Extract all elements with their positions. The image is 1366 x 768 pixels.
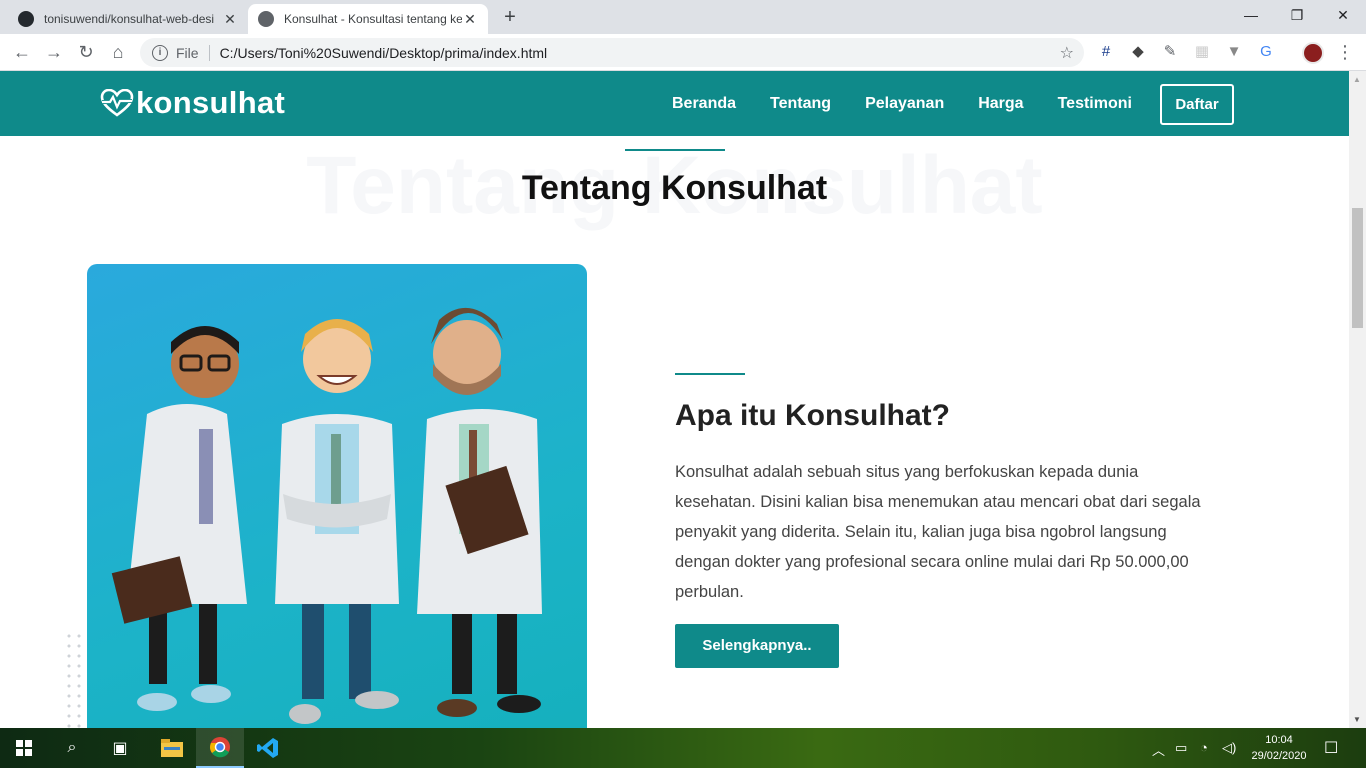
globe-icon [258,11,274,27]
minimize-button[interactable]: — [1228,0,1274,30]
tray-expand-icon[interactable]: ︿ [1152,740,1165,759]
heart-pulse-icon [100,89,134,117]
page-viewport: konsulhat Beranda Tentang Pelayanan Harg… [0,71,1349,728]
tab-title: tonisuwendi/konsulhat-web-desi [44,12,215,26]
about-divider [675,373,745,375]
url-text[interactable]: C:/Users/Toni%20Suwendi/Desktop/prima/in… [220,45,548,61]
page-scrollbar[interactable]: ▲ ▼ [1349,71,1366,728]
close-window-button[interactable]: ✕ [1320,0,1366,30]
browser-tab-github[interactable]: tonisuwendi/konsulhat-web-desi ✕ [8,4,248,34]
nav-link-testimoni[interactable]: Testimoni [1058,95,1132,113]
restore-button[interactable]: ❐ [1274,0,1320,30]
site-navbar: konsulhat Beranda Tentang Pelayanan Harg… [0,71,1349,136]
task-view-icon[interactable]: ▣ [96,728,144,768]
vue-extension-icon[interactable]: ▼ [1225,43,1243,61]
daftar-button[interactable]: Daftar [1160,84,1234,125]
doctors-illustration [87,264,587,728]
doctor-right-figure [417,307,542,717]
forward-arrow-icon[interactable]: → [42,40,66,64]
brand-name: konsulhat [136,85,286,120]
nav-link-tentang[interactable]: Tentang [770,95,831,113]
info-icon[interactable]: i [152,44,168,61]
doctor-left-figure [111,326,247,711]
layers-extension-icon[interactable]: ◆ [1129,43,1147,61]
eyedropper-extension-icon[interactable]: ✎ [1161,43,1179,61]
new-tab-button[interactable]: + [498,6,522,30]
back-arrow-icon[interactable]: ← [10,40,34,64]
search-icon[interactable]: ⌕ [48,728,96,768]
translate-extension-icon[interactable]: G [1257,43,1275,61]
taskbar-clock[interactable]: 10:04 29/02/2020 [1244,732,1314,764]
profile-avatar[interactable] [1302,42,1324,64]
volume-icon[interactable]: ◁) [1222,740,1236,756]
close-tab-icon[interactable]: ✕ [462,11,478,28]
omnibox-divider [208,44,210,61]
file-explorer-icon[interactable] [148,728,196,768]
home-icon[interactable]: ⌂ [106,40,130,64]
selengkapnya-button[interactable]: Selengkapnya.. [675,624,839,668]
nav-link-harga[interactable]: Harga [978,95,1023,113]
address-bar[interactable]: i File C:/Users/Toni%20Suwendi/Desktop/p… [140,38,1084,67]
section-divider [625,149,725,151]
wifi-icon[interactable]: ◔ [1200,740,1208,755]
about-description: Konsulhat adalah sebuah situs yang berfo… [675,463,1201,601]
square-extension-icon[interactable]: ▦ [1193,43,1211,61]
bookmark-star-icon[interactable]: ☆ [1060,43,1074,63]
brand-logo[interactable]: konsulhat [100,85,285,121]
vscode-icon[interactable] [244,728,292,768]
notification-icon[interactable]: ☐ [1324,738,1338,758]
scrollbar-thumb[interactable] [1352,208,1363,328]
close-tab-icon[interactable]: ✕ [222,11,238,28]
windows-start-icon[interactable] [0,728,48,768]
nav-link-pelayanan[interactable]: Pelayanan [865,95,944,113]
battery-icon[interactable]: ▭ [1175,740,1187,756]
clock-date: 29/02/2020 [1251,750,1307,762]
scroll-down-icon[interactable]: ▼ [1353,715,1361,724]
windows-taskbar: ⌕ ▣ ︿ ▭ ◔ ◁) 10:04 29/02/2020 ☐ [0,728,1366,768]
browser-toolbar: ← → ↻ ⌂ i File C:/Users/Toni%20Suwendi/D… [0,34,1366,71]
doctor-middle-figure [275,319,399,724]
github-icon [18,11,34,27]
nav-link-beranda[interactable]: Beranda [672,95,736,113]
reload-icon[interactable]: ↻ [74,40,98,64]
chrome-icon[interactable] [196,728,244,768]
section-title: Tentang Konsulhat [521,169,828,207]
browser-tabstrip: tonisuwendi/konsulhat-web-desi ✕ Konsulh… [0,0,1366,34]
doctors-illustration-graphic [111,307,542,724]
scheme-label: File [176,44,199,61]
tab-title: Konsulhat - Konsultasi tentang ke [284,12,462,26]
scroll-up-icon[interactable]: ▲ [1353,75,1361,84]
grid-extension-icon[interactable]: # [1097,43,1115,61]
browser-menu-icon[interactable]: ⋮ [1336,42,1354,64]
browser-tab-konsulhat[interactable]: Konsulhat - Konsultasi tentang ke ✕ [248,4,488,34]
clock-time: 10:04 [1265,734,1293,746]
main-nav: Beranda Tentang Pelayanan Harga Testimon… [672,71,1166,136]
about-title: Apa itu Konsulhat? [675,399,950,432]
